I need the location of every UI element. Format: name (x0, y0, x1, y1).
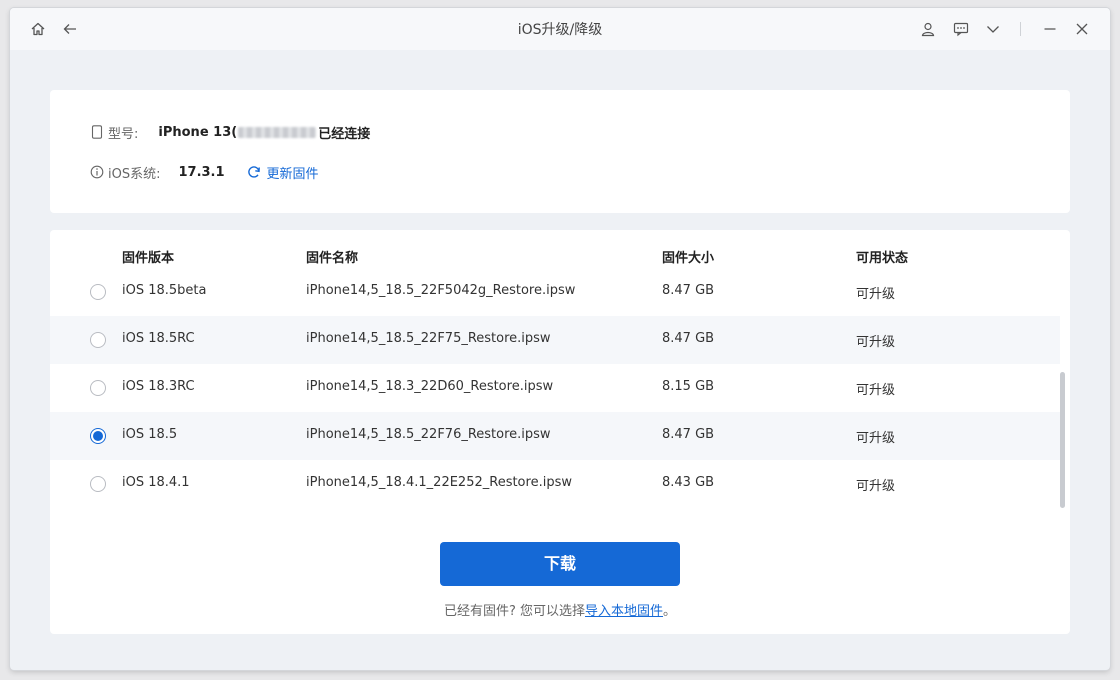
chevron-down-icon[interactable] (983, 19, 1003, 39)
table-row[interactable]: iOS 18.4.1 iPhone14,5_18.4.1_22E252_Rest… (50, 460, 1060, 508)
firmware-status: 可升级 (856, 383, 896, 398)
firmware-name: iPhone14,5_18.5_22F5042g_Restore.ipsw (306, 283, 576, 298)
model-value: iPhone 13( 已经连接 (158, 123, 370, 142)
firmware-size: 8.47 GB (662, 331, 715, 346)
import-local-firmware-link[interactable]: 导入本地固件 (585, 604, 663, 619)
table-row[interactable]: iOS 18.5beta iPhone14,5_18.5_22F5042g_Re… (50, 268, 1060, 316)
firmware-version: iOS 18.5RC (122, 331, 195, 346)
firmware-version: iOS 18.5beta (122, 283, 207, 298)
firmware-name: iPhone14,5_18.5_22F75_Restore.ipsw (306, 331, 551, 346)
redacted-model-code (238, 126, 317, 138)
firmware-name: iPhone14,5_18.4.1_22E252_Restore.ipsw (306, 475, 572, 490)
ios-row: iOS系统: 17.3.1 更新固件 (90, 162, 319, 182)
firmware-size: 8.15 GB (662, 379, 715, 394)
firmware-status: 可升级 (856, 479, 896, 494)
firmware-version: iOS 18.3RC (122, 379, 195, 394)
firmware-status: 可升级 (856, 431, 896, 446)
import-hint-text: 已经有固件? 您可以选择 (443, 604, 585, 619)
table-row[interactable]: iOS 18.5RC iPhone14,5_18.5_22F75_Restore… (50, 316, 1060, 364)
window-title: iOS升级/降级 (517, 22, 603, 38)
firmware-size: 8.47 GB (662, 427, 715, 442)
user-icon[interactable] (918, 19, 938, 39)
firmware-radio[interactable] (90, 284, 106, 300)
phone-icon (90, 125, 104, 139)
connected-status: 已经连接 (318, 126, 371, 142)
firmware-table: 固件版本 固件名称 固件大小 可用状态 iOS 18.5beta iPhone1… (50, 230, 1070, 634)
firmware-status: 可升级 (856, 335, 896, 350)
firmware-radio[interactable] (90, 380, 106, 396)
firmware-name: iPhone14,5_18.5_22F76_Restore.ipsw (306, 427, 551, 442)
back-icon[interactable] (60, 19, 80, 39)
title-bar: iOS升级/降级 (10, 8, 1110, 50)
header-size: 固件大小 (662, 251, 715, 266)
firmware-version: iOS 18.4.1 (122, 475, 190, 490)
model-name: iPhone 13( (158, 124, 238, 140)
firmware-size: 8.47 GB (662, 283, 715, 298)
header-version: 固件版本 (122, 251, 175, 266)
home-icon[interactable] (28, 19, 48, 39)
table-scrollbar[interactable] (1060, 372, 1065, 508)
import-hint: 已经有固件? 您可以选择导入本地固件。 (50, 600, 1070, 619)
table-row-selected[interactable]: iOS 18.5 iPhone14,5_18.5_22F76_Restore.i… (50, 412, 1060, 460)
firmware-radio[interactable] (90, 332, 106, 348)
close-icon[interactable] (1072, 19, 1092, 39)
firmware-size: 8.43 GB (662, 475, 715, 490)
update-firmware-label: 更新固件 (266, 166, 319, 182)
device-info-card: 型号: iPhone 13( 已经连接 iOS系统: 17.3.1 更新固件 (50, 90, 1070, 213)
minimize-icon[interactable] (1040, 19, 1060, 39)
app-window: iOS升级/降级 型号: iPhone 13(已经连接 iOS系统: 17.3… (10, 8, 1110, 670)
info-icon (90, 165, 104, 179)
table-row[interactable]: iOS 18.3RC iPhone14,5_18.3_22D60_Restore… (50, 364, 1060, 412)
refresh-icon (247, 166, 260, 178)
titlebar-divider (1020, 22, 1021, 36)
firmware-status: 可升级 (856, 287, 896, 302)
import-hint-suffix: 。 (663, 604, 677, 619)
model-row: 型号: iPhone 13( 已经连接 (90, 122, 370, 142)
model-label: 型号: (108, 126, 139, 142)
firmware-radio-selected[interactable] (90, 428, 106, 444)
firmware-name: iPhone14,5_18.3_22D60_Restore.ipsw (306, 379, 554, 394)
firmware-version: iOS 18.5 (122, 427, 178, 442)
ios-version: 17.3.1 (178, 164, 225, 180)
update-firmware-link[interactable]: 更新固件 (247, 163, 319, 182)
feedback-icon[interactable] (951, 19, 971, 39)
header-name: 固件名称 (306, 251, 359, 266)
ios-label: iOS系统: (108, 166, 161, 182)
download-button[interactable]: 下载 (440, 542, 680, 586)
header-status: 可用状态 (856, 251, 909, 266)
firmware-radio[interactable] (90, 476, 106, 492)
